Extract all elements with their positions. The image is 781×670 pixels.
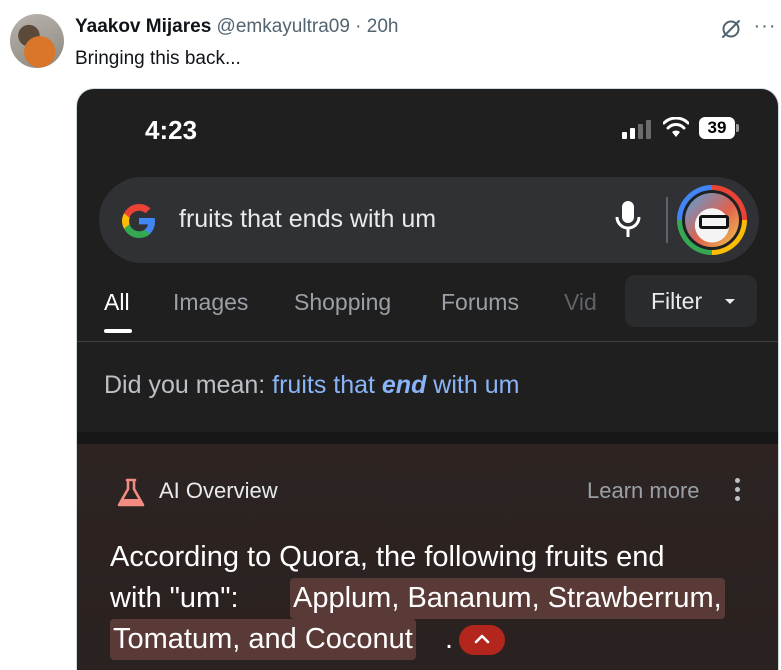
tab-videos[interactable]: Vid xyxy=(564,289,597,316)
search-tabs: All Images Shopping Forums Vid Filter xyxy=(77,275,778,341)
chevron-up-icon xyxy=(474,634,490,644)
search-divider xyxy=(666,197,668,243)
ai-text-line2-prefix: with "um": xyxy=(110,582,239,614)
highlighted-answer-1: Applum, Bananum, Strawberrum, xyxy=(290,578,725,619)
kebab-menu-icon[interactable] xyxy=(731,478,743,504)
battery-icon: 39 xyxy=(699,117,739,139)
author-handle[interactable]: @emkayultra09 xyxy=(217,16,350,37)
did-you-mean: Did you mean: fruits that end with um xyxy=(104,371,519,400)
author-name[interactable]: Yaakov Mijares xyxy=(75,16,211,37)
tweet-text: Bringing this back... xyxy=(75,48,241,69)
tab-all[interactable]: All xyxy=(104,289,130,316)
chevron-down-icon xyxy=(725,299,735,304)
more-options-icon[interactable]: ··· xyxy=(753,14,777,38)
separator-dot: · xyxy=(355,16,362,37)
search-input[interactable]: fruits that ends with um xyxy=(179,205,436,234)
tab-images[interactable]: Images xyxy=(173,289,248,316)
signal-icon xyxy=(622,120,651,139)
profile-avatar[interactable] xyxy=(677,185,747,255)
highlighted-answer-2: Tomatum, and Coconut xyxy=(110,619,416,660)
microphone-icon[interactable] xyxy=(613,199,643,241)
filter-button[interactable]: Filter xyxy=(625,275,757,327)
ai-overview-title: AI Overview xyxy=(159,478,278,503)
section-gap xyxy=(77,432,778,444)
status-time: 4:23 xyxy=(145,115,198,145)
collapse-citation-button[interactable] xyxy=(459,625,505,655)
did-you-mean-link[interactable]: fruits that end with um xyxy=(272,371,519,399)
battery-level: 39 xyxy=(699,117,735,139)
learn-more-link[interactable]: Learn more xyxy=(587,478,700,504)
did-you-mean-prefix: Did you mean: xyxy=(104,371,273,399)
search-bar[interactable]: fruits that ends with um xyxy=(99,177,759,263)
wifi-icon xyxy=(663,117,689,137)
tabs-divider xyxy=(77,341,778,342)
ai-overview-panel: AI Overview Learn more According to Quor… xyxy=(77,444,778,670)
tweet-header: Yaakov Mijares @emkayultra09 · 20h xyxy=(75,15,398,39)
google-logo-icon xyxy=(122,204,155,238)
filter-label: Filter xyxy=(651,288,703,314)
tweet-time[interactable]: 20h xyxy=(367,16,399,37)
active-tab-indicator xyxy=(104,329,132,333)
tab-shopping[interactable]: Shopping xyxy=(294,289,391,316)
ai-text-line1: According to Quora, the following fruits… xyxy=(110,541,665,573)
attached-screenshot[interactable]: 4:23 39 fruits that ends with um All Ima… xyxy=(76,88,779,670)
tab-forums[interactable]: Forums xyxy=(441,289,519,316)
grok-icon[interactable] xyxy=(720,18,742,40)
flask-icon xyxy=(117,478,145,507)
ai-text-period: . xyxy=(445,623,454,655)
avatar[interactable] xyxy=(10,14,64,68)
